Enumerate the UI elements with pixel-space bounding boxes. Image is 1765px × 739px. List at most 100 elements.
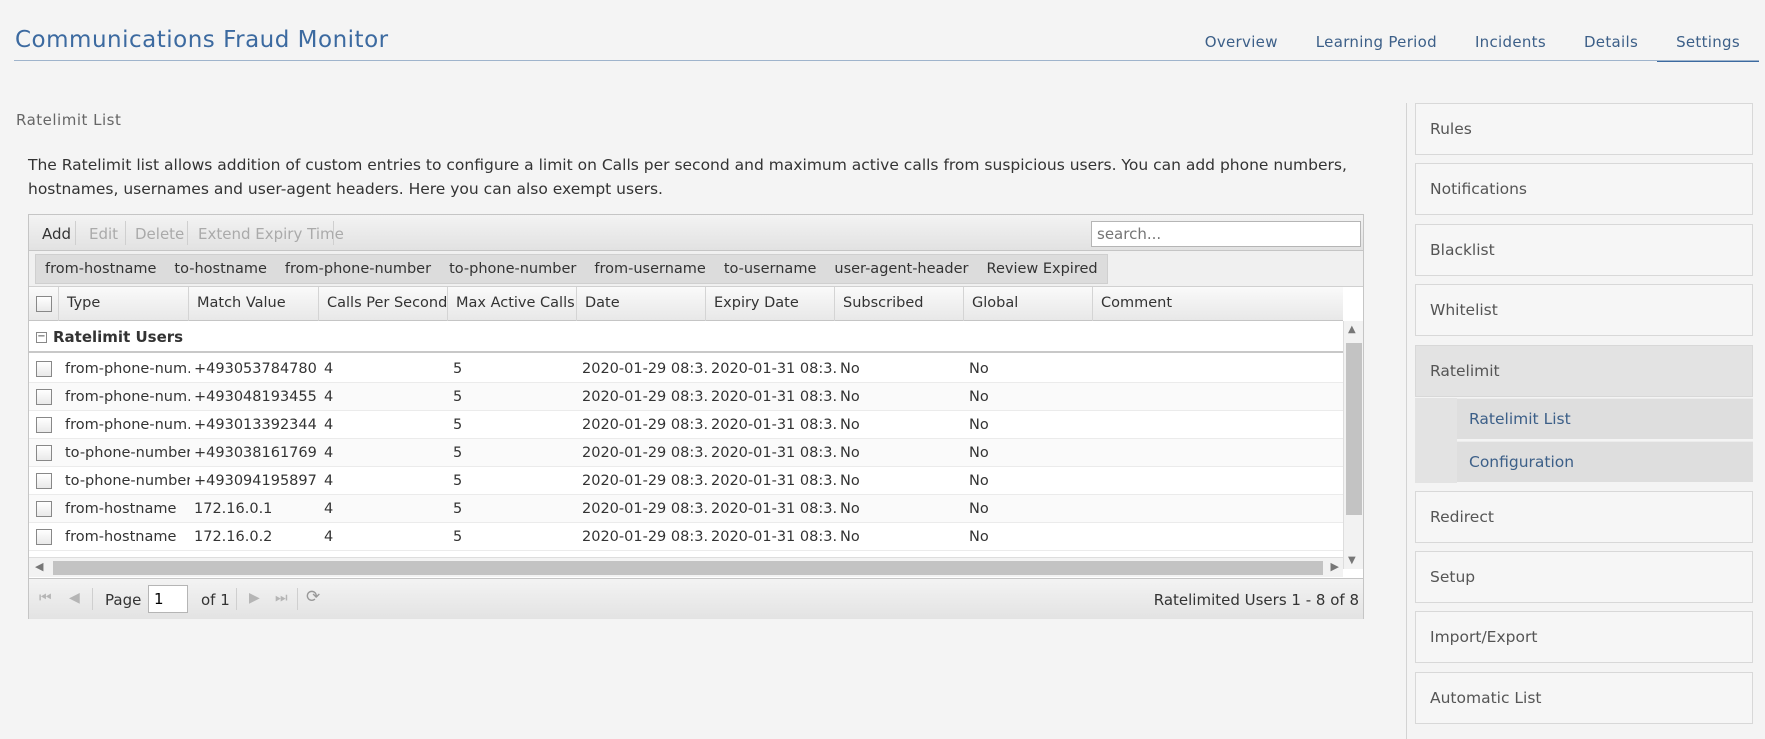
page-title: Ratelimit List — [16, 111, 122, 129]
cell-type: from-phone-num... — [65, 389, 190, 405]
collapse-icon[interactable]: − — [36, 332, 47, 343]
cell-expiry-date: 2020-01-31 08:3... — [711, 389, 836, 405]
group-header[interactable]: − Ratelimit Users — [29, 323, 1343, 353]
pager-separator — [92, 588, 93, 610]
cell-max-active-calls: 5 — [453, 445, 463, 461]
column-type[interactable]: Type — [59, 287, 189, 321]
filter-to-hostname[interactable]: to-hostname — [165, 261, 275, 277]
column-comment[interactable]: Comment — [1093, 287, 1343, 321]
filter-from-phone-number[interactable]: from-phone-number — [276, 261, 440, 277]
column-expiry-date[interactable]: Expiry Date — [706, 287, 835, 321]
sidebar-item-ratelimit[interactable]: Ratelimit — [1415, 345, 1753, 397]
sidebar-item-notifications[interactable]: Notifications — [1415, 163, 1753, 215]
horizontal-scroll-thumb[interactable] — [53, 561, 1323, 575]
scroll-right-icon[interactable]: ▶ — [1331, 560, 1339, 573]
app-title: Communications Fraud Monitor — [15, 27, 389, 53]
sidebar-submenu-gutter — [1415, 398, 1457, 483]
toolbar-separator — [125, 221, 126, 245]
first-page-icon[interactable]: ⏮ — [39, 590, 52, 606]
cell-max-active-calls: 5 — [453, 389, 463, 405]
filter-button-group: from-hostname to-hostname from-phone-num… — [35, 254, 1108, 284]
nav-incidents[interactable]: Incidents — [1456, 24, 1565, 62]
next-page-icon[interactable]: ▶ — [249, 590, 260, 606]
cell-match-value: 172.16.0.2 — [194, 529, 273, 545]
row-checkbox[interactable] — [36, 389, 52, 405]
nav-overview[interactable]: Overview — [1186, 24, 1297, 62]
cell-expiry-date: 2020-01-31 08:3... — [711, 361, 836, 377]
table-row[interactable]: from-phone-num... +493053784780 4 5 2020-01-… — [29, 355, 1343, 383]
sidebar-item-rules[interactable]: Rules — [1415, 103, 1753, 155]
cell-match-value: +493038161769 — [194, 445, 317, 461]
filter-user-agent-header[interactable]: user-agent-header — [825, 261, 977, 277]
sidebar-subitem-ratelimit-list[interactable]: Ratelimit List — [1457, 398, 1753, 439]
column-date[interactable]: Date — [577, 287, 706, 321]
nav-details[interactable]: Details — [1565, 24, 1657, 62]
delete-button[interactable]: Delete — [135, 225, 184, 243]
select-all-checkbox[interactable] — [36, 296, 52, 312]
cell-subscribed: No — [840, 389, 860, 405]
row-checkbox[interactable] — [36, 445, 52, 461]
filter-from-username[interactable]: from-username — [585, 261, 714, 277]
cell-calls-per-second: 4 — [324, 501, 334, 517]
sidebar-item-import-export[interactable]: Import/Export — [1415, 611, 1753, 663]
sidebar-item-whitelist[interactable]: Whitelist — [1415, 284, 1753, 336]
header-divider — [14, 60, 1759, 61]
search-input[interactable] — [1091, 221, 1361, 247]
row-checkbox[interactable] — [36, 417, 52, 433]
add-button[interactable]: Add — [42, 225, 71, 243]
row-checkbox[interactable] — [36, 473, 52, 489]
last-page-icon[interactable]: ⏭ — [275, 590, 288, 606]
filter-to-username[interactable]: to-username — [715, 261, 826, 277]
filter-from-hostname[interactable]: from-hostname — [36, 261, 165, 277]
cell-match-value: +493053784780 — [194, 361, 317, 377]
table-row[interactable]: from-hostname 172.16.0.1 4 5 2020-01-29 08:3… — [29, 495, 1343, 523]
row-checkbox[interactable] — [36, 529, 52, 545]
sidebar-item-setup[interactable]: Setup — [1415, 551, 1753, 603]
cell-calls-per-second: 4 — [324, 473, 334, 489]
cell-global: No — [969, 389, 989, 405]
edit-button[interactable]: Edit — [89, 225, 118, 243]
table-row[interactable]: from-phone-num... +493013392344 4 5 2020-01-… — [29, 411, 1343, 439]
sidebar-item-blacklist[interactable]: Blacklist — [1415, 224, 1753, 276]
cell-type: from-hostname — [65, 529, 177, 545]
nav-learning-period[interactable]: Learning Period — [1297, 24, 1456, 62]
vertical-scroll-thumb[interactable] — [1346, 343, 1362, 515]
table-row[interactable]: to-phone-number +493038161769 4 5 2020-01-29… — [29, 439, 1343, 467]
page-description: The Ratelimit list allows addition of cu… — [28, 156, 1347, 198]
filter-to-phone-number[interactable]: to-phone-number — [440, 261, 585, 277]
cell-global: No — [969, 473, 989, 489]
prev-page-icon[interactable]: ◀ — [69, 590, 80, 606]
page-number-input[interactable] — [148, 585, 188, 613]
cell-global: No — [969, 501, 989, 517]
sidebar-subitem-configuration[interactable]: Configuration — [1457, 441, 1753, 482]
horizontal-scrollbar[interactable]: ◀ ▶ — [29, 557, 1343, 577]
extend-expiry-button[interactable]: Extend Expiry Time — [198, 225, 344, 243]
grid-toolbar: Add Edit Delete Extend Expiry Time — [29, 215, 1363, 251]
column-global[interactable]: Global — [964, 287, 1093, 321]
table-row[interactable]: from-hostname 172.16.0.2 4 5 2020-01-29 08:3… — [29, 523, 1343, 551]
column-header-row: Type Match Value Calls Per Second Max Ac… — [29, 287, 1343, 321]
row-checkbox[interactable] — [36, 501, 52, 517]
select-all-column — [29, 287, 59, 321]
cell-date: 2020-01-29 08:3... — [582, 501, 707, 517]
sidebar-divider — [1406, 103, 1407, 739]
table-row[interactable]: to-phone-number +493094195897 4 5 2020-01-29… — [29, 467, 1343, 495]
vertical-scrollbar[interactable]: ▲ ▼ — [1343, 321, 1363, 569]
column-calls-per-second[interactable]: Calls Per Second — [319, 287, 448, 321]
row-checkbox[interactable] — [36, 361, 52, 377]
scroll-down-icon[interactable]: ▼ — [1348, 555, 1356, 566]
sidebar-item-redirect[interactable]: Redirect — [1415, 491, 1753, 543]
scroll-left-icon[interactable]: ◀ — [35, 560, 43, 573]
cell-date: 2020-01-29 08:3... — [582, 529, 707, 545]
column-subscribed[interactable]: Subscribed — [835, 287, 964, 321]
column-max-active-calls[interactable]: Max Active Calls — [448, 287, 577, 321]
cell-date: 2020-01-29 08:3... — [582, 473, 707, 489]
table-row[interactable]: from-phone-num... +493048193455 4 5 2020-01-… — [29, 383, 1343, 411]
cell-max-active-calls: 5 — [453, 361, 463, 377]
refresh-icon[interactable]: ⟳ — [306, 587, 320, 607]
sidebar-item-automatic-list[interactable]: Automatic List — [1415, 672, 1753, 724]
column-match-value[interactable]: Match Value — [189, 287, 319, 321]
scroll-up-icon[interactable]: ▲ — [1348, 324, 1356, 335]
filter-review-expired[interactable]: Review Expired — [978, 261, 1107, 277]
nav-settings[interactable]: Settings — [1657, 24, 1759, 62]
